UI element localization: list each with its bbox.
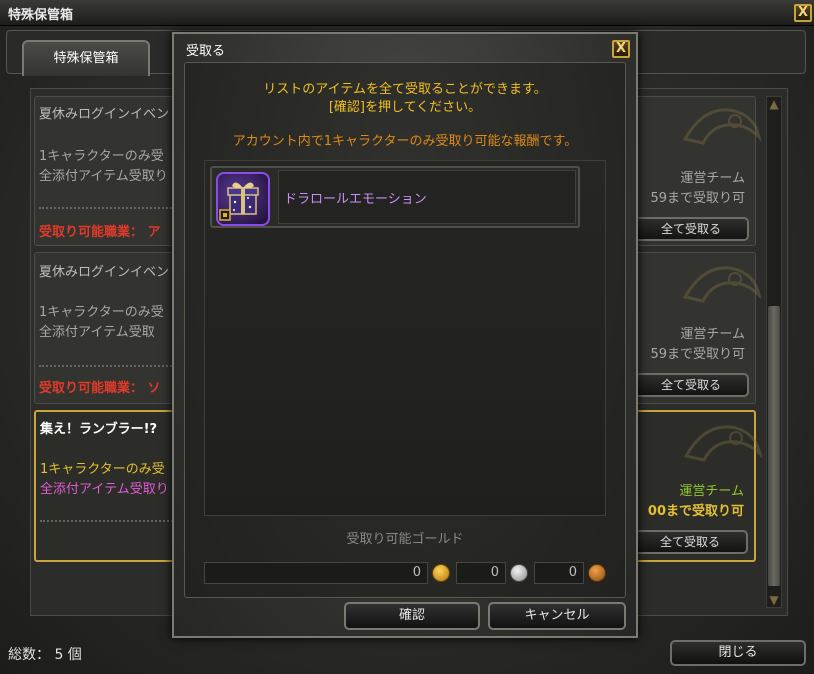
receive-all-button[interactable]: 全て受取る — [633, 373, 749, 397]
required-class: 受取り可能職業： ア — [39, 225, 161, 240]
divider — [39, 365, 179, 367]
tab-special-storage[interactable]: 特殊保管箱 — [22, 40, 150, 76]
deadline: 59まで受取り可 — [650, 347, 745, 362]
dialog-message-1: リストのアイテムを全て受取ることができます。 — [263, 82, 547, 97]
silver-amount: 0 — [456, 562, 506, 584]
card-line-1: 1キャラクターのみ受 — [39, 149, 164, 164]
window-close-icon[interactable]: X — [794, 4, 812, 22]
dragon-emblem-icon — [682, 266, 762, 303]
required-class: 受取り可能職業： ソ — [39, 381, 161, 396]
scrollbar-thumb[interactable] — [768, 306, 780, 586]
dialog-title: 受取る — [186, 44, 226, 59]
dialog-message-2: [確認]を押してください。 — [328, 100, 482, 115]
dragon-emblem-icon — [683, 425, 763, 462]
scroll-down-icon[interactable]: ▼ — [766, 592, 782, 608]
dialog-message-3: アカウント内で1キャラクターのみ受取り可能な報酬です。 — [232, 134, 578, 149]
reward-item-name: ドラロールエモーション — [284, 192, 427, 207]
card-line-2: 全添付アイテム受取 — [39, 325, 155, 340]
silver-coin-icon — [510, 564, 528, 582]
window-titlebar[interactable] — [0, 0, 814, 26]
dialog-close-icon[interactable]: X — [612, 40, 630, 58]
sender: 運営チーム — [680, 327, 745, 342]
gold-coin-icon — [432, 564, 450, 582]
divider — [39, 207, 179, 209]
total-count: 総数： 5 個 — [8, 647, 82, 663]
scroll-up-icon[interactable]: ▲ — [766, 96, 782, 112]
card-title: 夏休みログインイベン — [39, 107, 170, 122]
card-line-1: 1キャラクターのみ受 — [40, 462, 165, 477]
copper-coin-icon — [588, 564, 606, 582]
card-line-1: 1キャラクターのみ受 — [39, 305, 164, 320]
sender: 運営チーム — [680, 171, 745, 186]
close-button[interactable]: 閉じる — [670, 640, 806, 666]
sender: 運営チーム — [679, 484, 744, 499]
cancel-button[interactable]: キャンセル — [488, 602, 626, 630]
card-title: 夏休みログインイベン — [39, 265, 170, 280]
deadline: 59まで受取り可 — [650, 191, 745, 206]
card-title: 集え！ランブラー!? — [40, 422, 158, 437]
window-title: 特殊保管箱 — [8, 8, 74, 23]
copper-amount: 0 — [534, 562, 584, 584]
confirm-button[interactable]: 確認 — [344, 602, 480, 630]
gift-box-icon[interactable] — [216, 172, 270, 226]
divider — [40, 520, 180, 522]
receive-all-button[interactable]: 全て受取る — [632, 530, 748, 554]
gold-amount: 0 — [204, 562, 428, 584]
card-line-2: 全添付アイテム受取り — [40, 482, 169, 497]
receive-all-button[interactable]: 全て受取る — [633, 217, 749, 241]
deadline: 00まで受取り可 — [647, 504, 744, 519]
card-line-2: 全添付アイテム受取り — [39, 169, 168, 184]
gold-label: 受取り可能ゴールド — [346, 532, 464, 547]
dragon-emblem-icon — [682, 108, 762, 145]
